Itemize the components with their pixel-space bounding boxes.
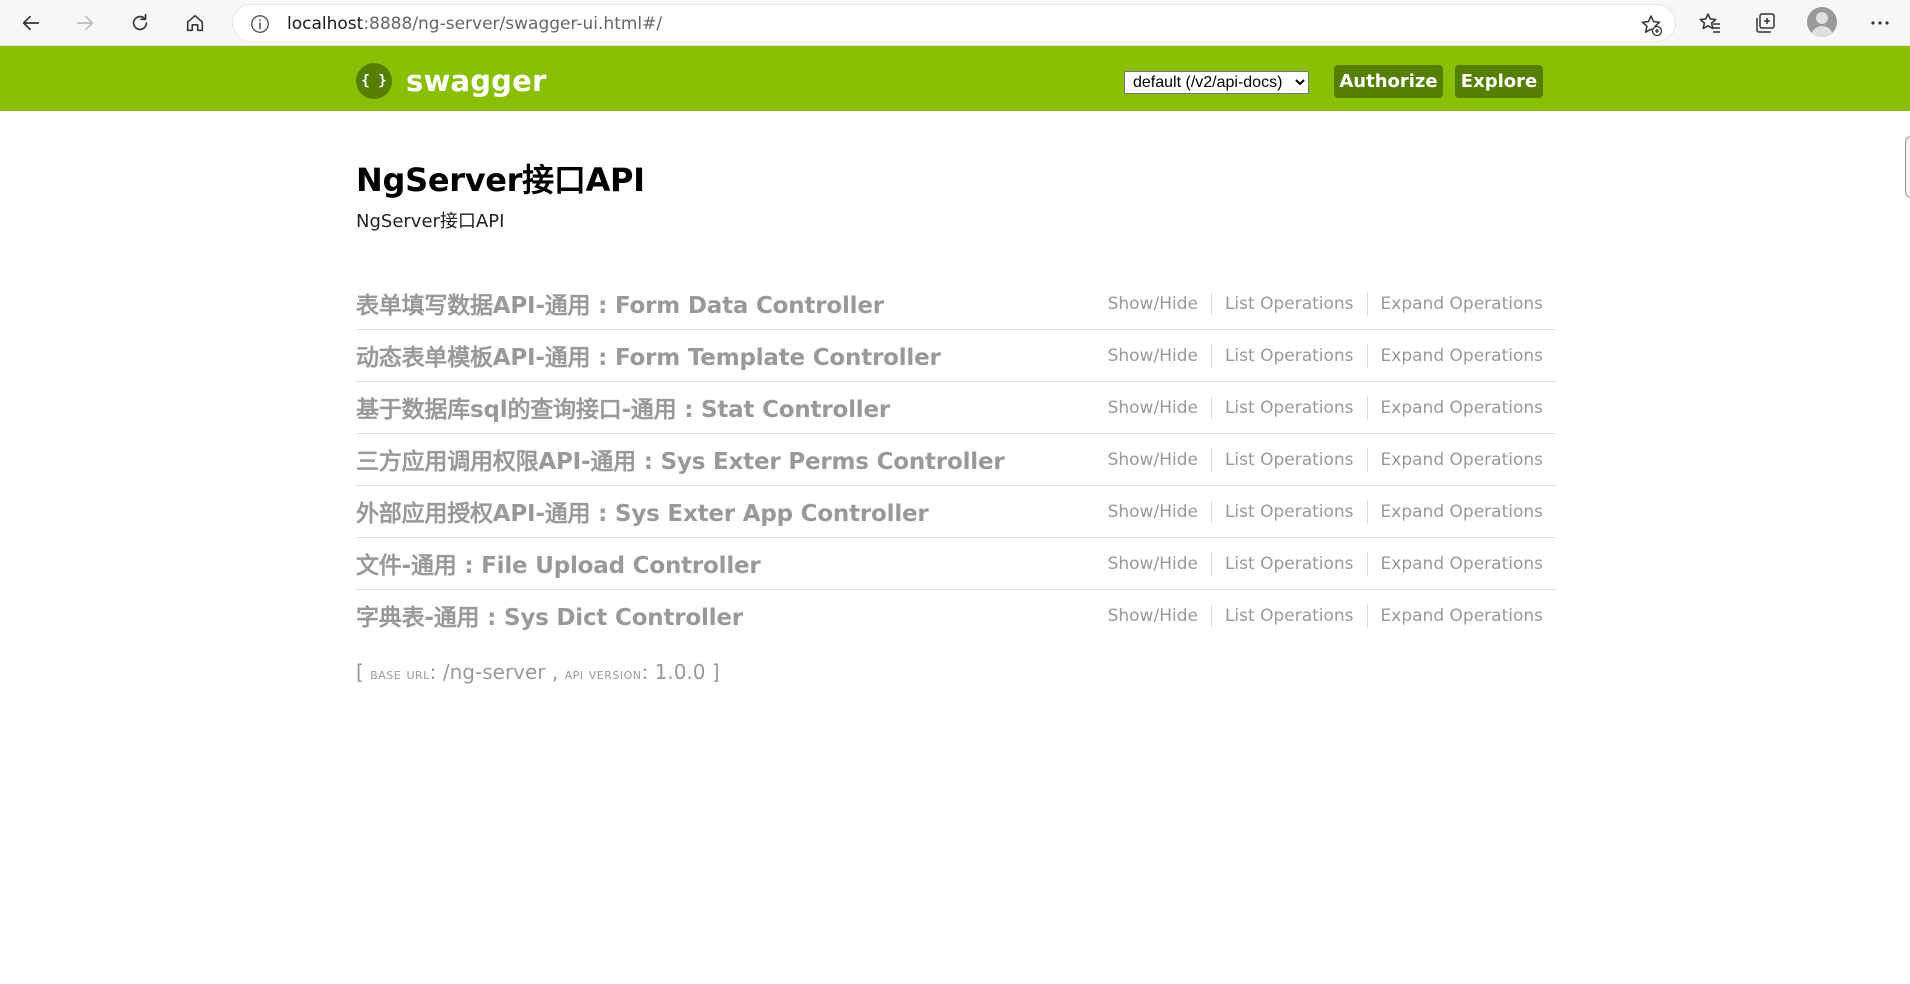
resource-name-link[interactable]: 基于数据库sql的查询接口-通用 : Stat Controller: [356, 390, 890, 424]
expand-operations-link[interactable]: Expand Operations: [1366, 552, 1543, 576]
expand-operations-link[interactable]: Expand Operations: [1366, 292, 1543, 316]
list-operations-link[interactable]: List Operations: [1210, 344, 1367, 368]
show-hide-link[interactable]: Show/Hide: [1095, 292, 1211, 316]
resource-name-link[interactable]: 三方应用调用权限API-通用 : Sys Exter Perms Control…: [356, 442, 1005, 476]
home-icon: [186, 14, 204, 32]
more-button[interactable]: [1860, 3, 1900, 43]
page-title: NgServer接口API: [356, 161, 645, 199]
resource-name-link[interactable]: 文件-通用 : File Upload Controller: [356, 546, 761, 580]
resource-row: 动态表单模板API-通用 : Form Template Controller …: [356, 330, 1556, 382]
list-operations-link[interactable]: List Operations: [1210, 448, 1367, 472]
resource-name-link[interactable]: 动态表单模板API-通用 : Form Template Controller: [356, 338, 941, 372]
resource-ops: Show/Hide List Operations Expand Operati…: [1095, 396, 1543, 420]
resource-ops: Show/Hide List Operations Expand Operati…: [1095, 604, 1543, 628]
api-info-footer: [ base url: /ng-server , api version: 1.…: [356, 660, 720, 684]
url-text[interactable]: localhost:8888/ng-server/swagger-ui.html…: [287, 14, 662, 34]
show-hide-link[interactable]: Show/Hide: [1095, 344, 1211, 368]
collections-button[interactable]: [1745, 3, 1785, 43]
list-operations-link[interactable]: List Operations: [1210, 500, 1367, 524]
refresh-icon: [132, 13, 148, 31]
info-icon[interactable]: [249, 13, 271, 35]
explore-button[interactable]: Explore: [1455, 65, 1543, 98]
resource-ops: Show/Hide List Operations Expand Operati…: [1095, 344, 1543, 368]
resource-name-link[interactable]: 字典表-通用 : Sys Dict Controller: [356, 598, 743, 632]
swagger-logo[interactable]: { } swagger: [356, 63, 547, 99]
favorites-icon: [1699, 13, 1720, 33]
browser-toolbar: localhost:8888/ng-server/swagger-ui.html…: [0, 0, 1910, 46]
show-hide-link[interactable]: Show/Hide: [1095, 552, 1211, 576]
swagger-header: { } swagger: [0, 46, 1910, 111]
resource-row: 文件-通用 : File Upload Controller Show/Hide…: [356, 538, 1556, 590]
resource-ops: Show/Hide List Operations Expand Operati…: [1095, 292, 1543, 316]
home-button[interactable]: [175, 3, 215, 43]
back-button[interactable]: [11, 3, 51, 43]
expand-operations-link[interactable]: Expand Operations: [1366, 604, 1543, 628]
favorites-button[interactable]: [1690, 3, 1730, 43]
footer-open-bracket: [: [356, 660, 364, 684]
more-icon: [1871, 21, 1889, 25]
show-hide-link[interactable]: Show/Hide: [1095, 604, 1211, 628]
show-hide-link[interactable]: Show/Hide: [1095, 500, 1211, 524]
address-bar[interactable]: localhost:8888/ng-server/swagger-ui.html…: [232, 4, 1676, 42]
show-hide-link[interactable]: Show/Hide: [1095, 448, 1211, 472]
resource-name-link[interactable]: 外部应用授权API-通用 : Sys Exter App Controller: [356, 494, 929, 528]
show-hide-link[interactable]: Show/Hide: [1095, 396, 1211, 420]
authorize-button[interactable]: Authorize: [1334, 65, 1443, 98]
forward-arrow-icon: [76, 15, 94, 31]
footer-separator: ,: [551, 660, 559, 684]
api-version-label: api version: [564, 665, 642, 683]
swagger-logo-text: swagger: [406, 64, 547, 98]
base-url-value: /ng-server: [442, 660, 546, 684]
list-operations-link[interactable]: List Operations: [1210, 396, 1367, 420]
expand-operations-link[interactable]: Expand Operations: [1366, 344, 1543, 368]
back-arrow-icon: [22, 15, 40, 31]
scroll-handle[interactable]: [1905, 136, 1910, 198]
resource-ops: Show/Hide List Operations Expand Operati…: [1095, 448, 1543, 472]
expand-operations-link[interactable]: Expand Operations: [1366, 500, 1543, 524]
resource-row: 三方应用调用权限API-通用 : Sys Exter Perms Control…: [356, 434, 1556, 486]
refresh-button[interactable]: [120, 3, 160, 43]
list-operations-link[interactable]: List Operations: [1210, 604, 1367, 628]
url-path: :8888/ng-server/swagger-ui.html#/: [363, 14, 663, 34]
expand-operations-link[interactable]: Expand Operations: [1366, 448, 1543, 472]
resource-list: 表单填写数据API-通用 : Form Data Controller Show…: [356, 278, 1556, 642]
resource-name-link[interactable]: 表单填写数据API-通用 : Form Data Controller: [356, 286, 884, 320]
resource-ops: Show/Hide List Operations Expand Operati…: [1095, 552, 1543, 576]
swagger-logo-icon: { }: [356, 63, 392, 99]
page-description: NgServer接口API: [356, 211, 505, 232]
url-host: localhost: [287, 14, 364, 34]
base-url-label: base url: [370, 665, 430, 683]
forward-button[interactable]: [65, 3, 105, 43]
api-version-value: 1.0.0: [654, 660, 706, 684]
list-operations-link[interactable]: List Operations: [1210, 292, 1367, 316]
resource-row: 基于数据库sql的查询接口-通用 : Stat Controller Show/…: [356, 382, 1556, 434]
expand-operations-link[interactable]: Expand Operations: [1366, 396, 1543, 420]
resource-row: 字典表-通用 : Sys Dict Controller Show/Hide L…: [356, 590, 1556, 642]
resource-row: 外部应用授权API-通用 : Sys Exter App Controller …: [356, 486, 1556, 538]
api-spec-select[interactable]: default (/v2/api-docs): [1124, 71, 1309, 94]
resource-row: 表单填写数据API-通用 : Form Data Controller Show…: [356, 278, 1556, 330]
list-operations-link[interactable]: List Operations: [1210, 552, 1367, 576]
footer-close-bracket: ]: [711, 660, 720, 684]
resource-ops: Show/Hide List Operations Expand Operati…: [1095, 500, 1543, 524]
collections-icon: [1756, 13, 1775, 33]
profile-icon[interactable]: [1807, 7, 1837, 37]
add-favorite-icon[interactable]: [1639, 13, 1663, 37]
